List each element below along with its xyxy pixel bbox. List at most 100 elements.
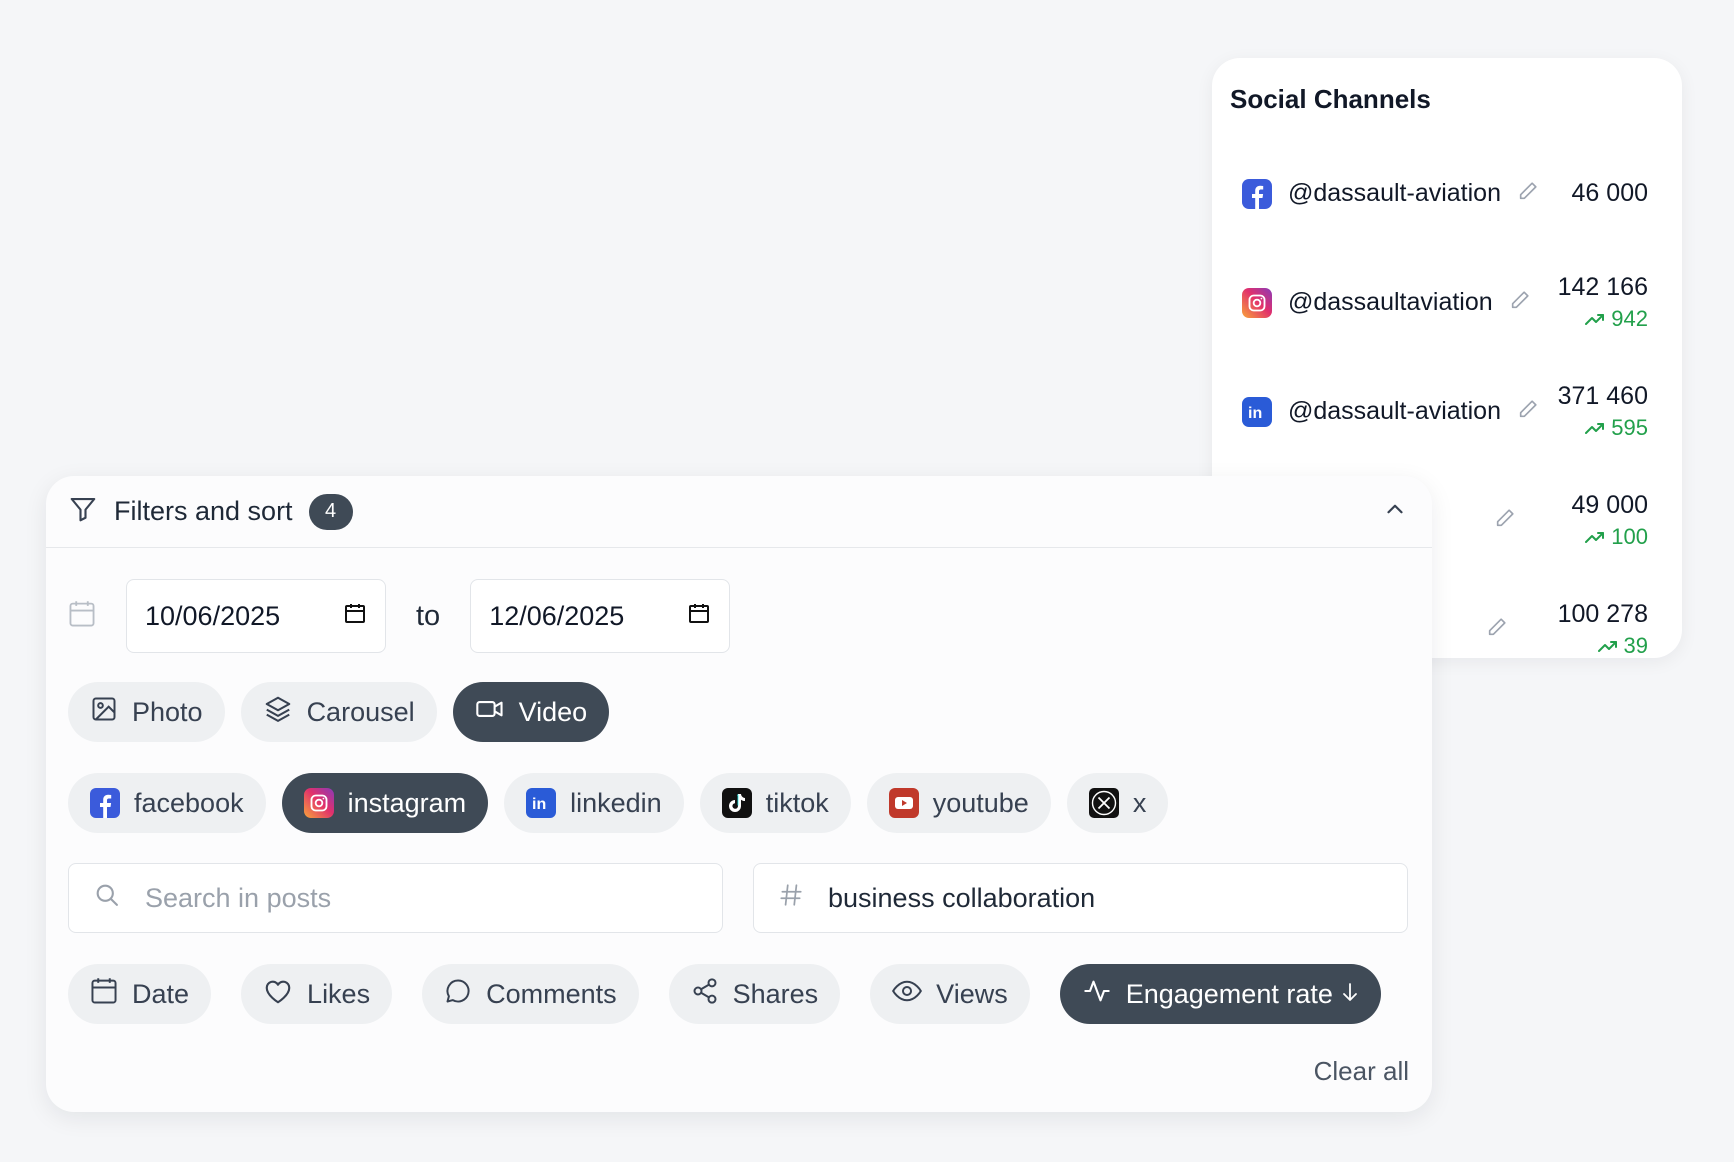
sort-options: Date Likes Comments Shares Views Engagem… xyxy=(68,964,1381,1024)
chip-linkedin[interactable]: in linkedin xyxy=(504,773,684,833)
chip-youtube[interactable]: youtube xyxy=(866,773,1051,833)
sort-engagement-rate-button[interactable]: Engagement rate xyxy=(1059,964,1381,1024)
youtube-icon xyxy=(888,788,919,818)
chip-label: youtube xyxy=(932,787,1029,818)
chip-label: x xyxy=(1132,787,1147,818)
chip-carousel[interactable]: Carousel xyxy=(240,682,437,742)
date-from-input[interactable]: 10/06/2025 xyxy=(126,579,386,653)
chip-tiktok[interactable]: tiktok xyxy=(699,773,851,833)
growth-value: 942 xyxy=(1611,306,1648,331)
tiktok-icon xyxy=(721,788,752,818)
sort-label: Comments xyxy=(486,978,617,1009)
channel-stats: 46 000 xyxy=(1572,179,1648,208)
chip-instagram[interactable]: instagram xyxy=(281,773,489,833)
sort-comments-button[interactable]: Comments xyxy=(422,964,639,1024)
channel-stats: 100 278 39 xyxy=(1558,600,1648,659)
calendar-icon xyxy=(68,599,96,634)
follower-count: 46 000 xyxy=(1571,179,1648,207)
instagram-icon xyxy=(303,788,334,818)
channel-handle: @dassault-aviation xyxy=(1288,179,1501,207)
arrow-down-icon xyxy=(1341,979,1359,1010)
trending-up-icon xyxy=(1585,314,1605,325)
chip-label: linkedin xyxy=(570,787,662,818)
svg-text:in: in xyxy=(1248,405,1262,421)
edit-icon[interactable] xyxy=(1494,507,1516,534)
comment-icon xyxy=(444,977,472,1012)
channel-row-linkedin[interactable]: in @dassault-aviation 371 460 595 xyxy=(1230,357,1648,466)
filters-header[interactable]: Filters and sort 4 xyxy=(46,476,1432,548)
facebook-icon xyxy=(90,788,120,818)
linkedin-icon: in xyxy=(1242,396,1272,427)
image-icon xyxy=(90,695,118,730)
x-icon xyxy=(1088,788,1119,818)
channel-row-instagram[interactable]: @dassaultaviation 142 166 942 xyxy=(1230,248,1648,357)
growth-indicator: 595 xyxy=(1558,415,1648,441)
growth-indicator: 942 xyxy=(1558,306,1648,332)
chip-x[interactable]: x xyxy=(1066,773,1169,833)
growth-value: 100 xyxy=(1611,524,1648,549)
share-icon xyxy=(691,977,719,1012)
chip-label: tiktok xyxy=(765,787,829,818)
sort-label: Shares xyxy=(732,978,819,1009)
edit-icon[interactable] xyxy=(1509,289,1531,316)
chip-photo[interactable]: Photo xyxy=(68,682,225,742)
search-input[interactable]: Search in posts xyxy=(68,863,723,933)
hashtag-input[interactable]: business collaboration xyxy=(753,863,1408,933)
hashtag-value: business collaboration xyxy=(828,882,1096,913)
trending-up-icon xyxy=(1585,423,1605,434)
sort-views-button[interactable]: Views xyxy=(870,964,1030,1024)
clear-all-button[interactable]: Clear all xyxy=(1314,1056,1409,1087)
filters-count-badge: 4 xyxy=(308,493,353,530)
growth-value: 595 xyxy=(1611,415,1648,440)
sort-label: Engagement rate xyxy=(1125,978,1333,1009)
channel-stats: 142 166 942 xyxy=(1558,273,1648,332)
sort-shares-button[interactable]: Shares xyxy=(668,964,841,1024)
activity-icon xyxy=(1082,977,1112,1012)
sort-label: Date xyxy=(132,978,190,1009)
linkedin-icon: in xyxy=(526,788,557,818)
chevron-up-icon[interactable] xyxy=(1382,496,1408,527)
date-range: 10/06/2025 to 12/06/2025 xyxy=(68,579,731,653)
eye-icon xyxy=(892,979,923,1010)
edit-icon[interactable] xyxy=(1517,398,1539,425)
filter-icon xyxy=(68,494,98,529)
instagram-icon xyxy=(1242,287,1272,318)
calendar-icon xyxy=(90,976,118,1013)
layers-icon xyxy=(263,694,293,731)
trending-up-icon xyxy=(1597,641,1617,652)
channel-handle: @dassaultaviation xyxy=(1288,288,1493,316)
follower-count: 100 278 xyxy=(1557,600,1648,628)
date-separator: to xyxy=(416,599,441,632)
sort-likes-button[interactable]: Likes xyxy=(241,964,393,1024)
edit-icon[interactable] xyxy=(1486,616,1508,643)
heart-icon xyxy=(263,977,293,1012)
filters-title: Filters and sort xyxy=(114,496,293,526)
trending-up-icon xyxy=(1585,532,1605,543)
growth-indicator: 39 xyxy=(1558,633,1648,659)
svg-text:in: in xyxy=(532,796,546,812)
date-to-input[interactable]: 12/06/2025 xyxy=(470,579,731,653)
chip-label: Carousel xyxy=(306,696,415,727)
search-icon xyxy=(93,881,121,916)
date-from-value: 10/06/2025 xyxy=(145,600,281,631)
media-type-filters: Photo Carousel Video xyxy=(68,682,610,742)
chip-label: Photo xyxy=(132,696,203,727)
channel-stats: 371 460 595 xyxy=(1558,382,1648,441)
chip-facebook[interactable]: facebook xyxy=(68,773,266,833)
calendar-picker-icon[interactable] xyxy=(687,601,711,632)
chip-label: instagram xyxy=(347,787,467,818)
follower-count: 142 166 xyxy=(1557,273,1648,301)
filters-panel: Filters and sort 4 10/06/2025 to 12/06/2… xyxy=(46,476,1432,1112)
channel-stats: 49 000 100 xyxy=(1572,491,1648,550)
sort-date-button[interactable]: Date xyxy=(68,964,212,1024)
edit-icon[interactable] xyxy=(1517,180,1539,207)
calendar-picker-icon[interactable] xyxy=(343,601,367,632)
search-row: Search in posts business collaboration xyxy=(68,863,1408,933)
chip-video[interactable]: Video xyxy=(452,682,610,742)
chip-label: facebook xyxy=(134,787,244,818)
facebook-icon xyxy=(1242,178,1272,209)
channel-handle: @dassault-aviation xyxy=(1288,397,1501,425)
growth-value: 39 xyxy=(1623,633,1648,658)
video-icon xyxy=(475,697,505,728)
channel-row-facebook[interactable]: @dassault-aviation 46 000 xyxy=(1230,139,1648,248)
